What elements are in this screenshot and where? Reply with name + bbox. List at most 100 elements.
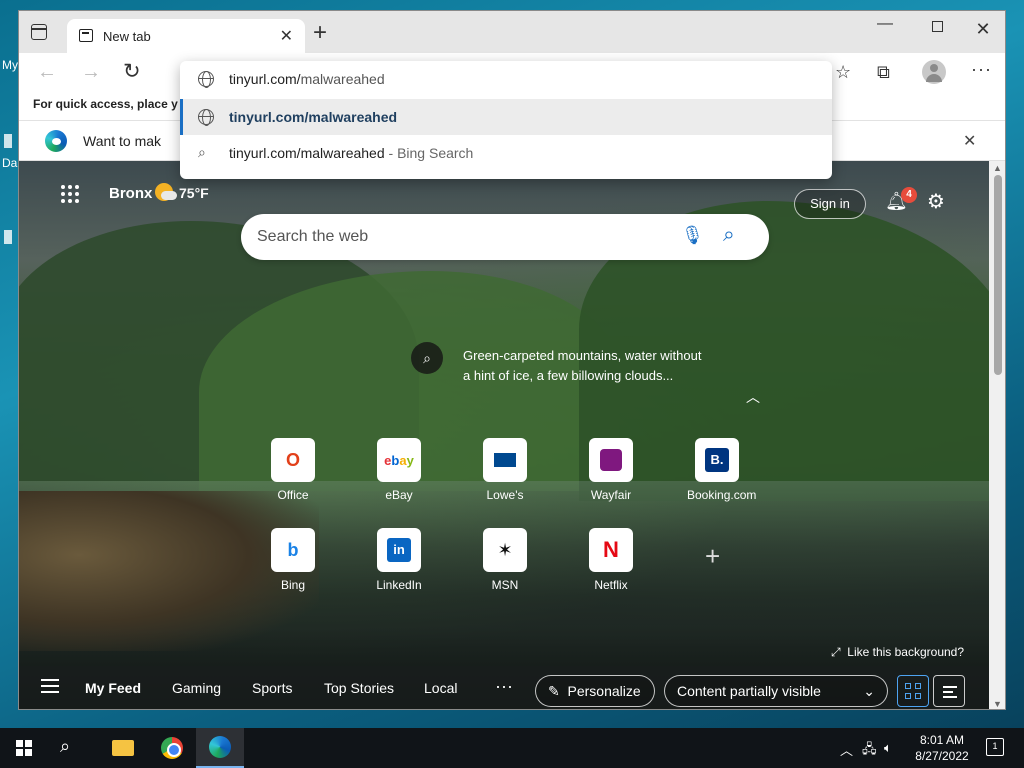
scroll-thumb[interactable]	[994, 175, 1002, 375]
scroll-up-arrow-icon[interactable]: ▲	[993, 163, 1002, 173]
more-options-icon[interactable]: ···	[971, 59, 992, 80]
action-center-icon[interactable]: 1	[986, 738, 1004, 756]
list-layout-button[interactable]	[933, 675, 965, 707]
tab-local[interactable]: Local	[424, 680, 457, 696]
quick-link-label: MSN	[491, 578, 519, 592]
quick-link-wayfair[interactable]: Wayfair	[581, 438, 641, 502]
maximize-button[interactable]	[927, 19, 947, 37]
quick-link-booking[interactable]: B. Booking.com	[687, 438, 756, 502]
web-search-box[interactable]: Search the web 🎙︎ ⌕	[241, 214, 769, 260]
edge-icon	[209, 736, 231, 758]
lowes-icon	[483, 438, 527, 482]
tab-my-feed[interactable]: My Feed	[85, 680, 141, 696]
like-background-link[interactable]: ⤢ Like this background?	[831, 645, 964, 660]
content-visibility-dropdown[interactable]: Content partially visible ⌄	[664, 675, 888, 707]
system-clock[interactable]: 8:01 AM 8/27/2022	[906, 732, 978, 764]
quick-link-lowes[interactable]: Lowe's	[475, 438, 535, 502]
file-explorer-icon[interactable]	[110, 734, 138, 762]
close-window-button[interactable]: ✕	[973, 19, 993, 40]
globe-icon	[198, 71, 214, 88]
collapse-chevron-icon[interactable]: ︿	[746, 387, 760, 407]
notification-badge: 4	[901, 187, 917, 203]
info-bar-close-icon[interactable]: ✕	[963, 131, 976, 151]
desktop-icon-label-1[interactable]: My	[2, 58, 18, 72]
desktop-icon-label-2[interactable]: Da	[2, 156, 17, 170]
suggestion-search[interactable]: ⌕ tinyurl.com/malwareahed - Bing Search	[180, 135, 832, 171]
wayfair-icon	[589, 438, 633, 482]
taskbar-search-icon[interactable]: ⌕	[60, 736, 88, 764]
sign-in-button[interactable]: Sign in	[794, 189, 866, 219]
search-icon: ⌕	[198, 144, 206, 160]
quick-link-bing[interactable]: b Bing	[263, 528, 323, 592]
new-tab-page: Bronx 75°F Sign in 🔔︎ 4 ⚙ Search the web…	[19, 161, 989, 709]
hamburger-menu-icon[interactable]	[41, 679, 59, 693]
favorites-icon[interactable]: ☆	[835, 62, 851, 83]
taskbar: ⌕ ︿ 🖧 🔈︎ 8:01 AM 8/27/2022 1	[0, 728, 1024, 768]
booking-icon: B.	[695, 438, 739, 482]
apps-launcher-icon[interactable]	[61, 185, 79, 203]
quick-link-linkedin[interactable]: in LinkedIn	[369, 528, 429, 592]
clock-time: 8:01 AM	[919, 733, 965, 747]
favorites-bar-hint: For quick access, place y	[33, 97, 178, 111]
suggestion-url-text: tinyurl.com/malwareahed	[229, 109, 398, 125]
tab-sports[interactable]: Sports	[252, 680, 292, 696]
tab-gaming[interactable]: Gaming	[172, 680, 221, 696]
profile-avatar[interactable]	[922, 60, 946, 84]
address-input-row[interactable]: tinyurl.com/malwareahed	[180, 61, 832, 97]
new-tab-page-icon	[79, 29, 93, 42]
quick-link-office[interactable]: O Office	[263, 438, 323, 502]
search-placeholder: Search the web	[257, 228, 369, 245]
quick-link-label: LinkedIn	[376, 578, 422, 592]
tab-title: New tab	[103, 29, 151, 44]
suggestion-url[interactable]: tinyurl.com/malwareahed	[180, 99, 832, 135]
search-icon[interactable]: ⌕	[723, 223, 735, 247]
volume-icon[interactable]: 🔈︎	[884, 740, 892, 756]
personalize-label: Personalize	[567, 683, 641, 699]
quick-link-netflix[interactable]: N Netflix	[581, 528, 641, 592]
weather-location[interactable]: Bronx	[109, 185, 152, 202]
tab-top-stories[interactable]: Top Stories	[324, 680, 394, 696]
collections-icon[interactable]: ⧉	[877, 62, 890, 83]
tray-overflow-icon[interactable]: ︿	[840, 740, 853, 759]
refresh-button[interactable]: ↻	[123, 59, 141, 84]
desktop-icon[interactable]	[4, 230, 12, 244]
add-quick-link-button[interactable]: +	[705, 541, 720, 572]
msn-icon: ✶	[483, 528, 527, 572]
quick-link-label: Bing	[280, 578, 306, 592]
image-search-icon[interactable]: ⌕	[411, 342, 443, 374]
chrome-icon[interactable]	[158, 734, 186, 762]
weather-temperature[interactable]: 75°F	[179, 185, 209, 201]
chevron-down-icon: ⌄	[863, 683, 875, 699]
start-button[interactable]	[16, 740, 32, 756]
quick-link-ebay[interactable]: ebay eBay	[369, 438, 429, 502]
address-input[interactable]: tinyurl.com/malwareahed	[229, 71, 385, 87]
quick-link-label: Wayfair	[590, 488, 632, 502]
browser-window: New tab ✕ + — ✕ ← → ↻ ☆ ⧉ ··· For quick …	[18, 10, 1006, 710]
quick-link-label: Netflix	[594, 578, 628, 592]
page-scrollbar[interactable]: ▲ ▼	[989, 161, 1005, 709]
new-tab-button[interactable]: +	[313, 19, 327, 47]
minimize-button[interactable]: —	[875, 15, 895, 33]
background-caption[interactable]: Green-carpeted mountains, water without …	[463, 346, 703, 386]
scroll-down-arrow-icon[interactable]: ▼	[993, 699, 1002, 709]
forward-button[interactable]: →	[81, 61, 101, 84]
tab-actions-icon[interactable]	[31, 24, 47, 40]
clock-date: 8/27/2022	[915, 749, 969, 763]
quick-link-msn[interactable]: ✶ MSN	[475, 528, 535, 592]
personalize-button[interactable]: ✎ Personalize	[535, 675, 655, 707]
microphone-icon[interactable]: 🎙︎	[681, 225, 704, 246]
desktop-icon[interactable]	[4, 134, 12, 148]
bing-icon: b	[271, 528, 315, 572]
like-background-label: Like this background?	[847, 645, 965, 659]
quick-link-label: eBay	[385, 488, 413, 502]
more-feed-tabs-icon[interactable]: ···	[495, 676, 513, 697]
quick-link-label: Office	[277, 488, 309, 502]
tab-close-icon[interactable]: ✕	[280, 26, 293, 46]
edge-taskbar-button[interactable]	[196, 728, 244, 768]
back-button[interactable]: ←	[37, 61, 57, 84]
network-icon[interactable]: 🖧	[862, 740, 877, 762]
settings-gear-icon[interactable]: ⚙	[927, 189, 945, 214]
tab-new-tab[interactable]: New tab ✕	[67, 19, 305, 53]
grid-layout-button[interactable]	[897, 675, 929, 707]
partly-sunny-icon[interactable]	[155, 183, 177, 201]
